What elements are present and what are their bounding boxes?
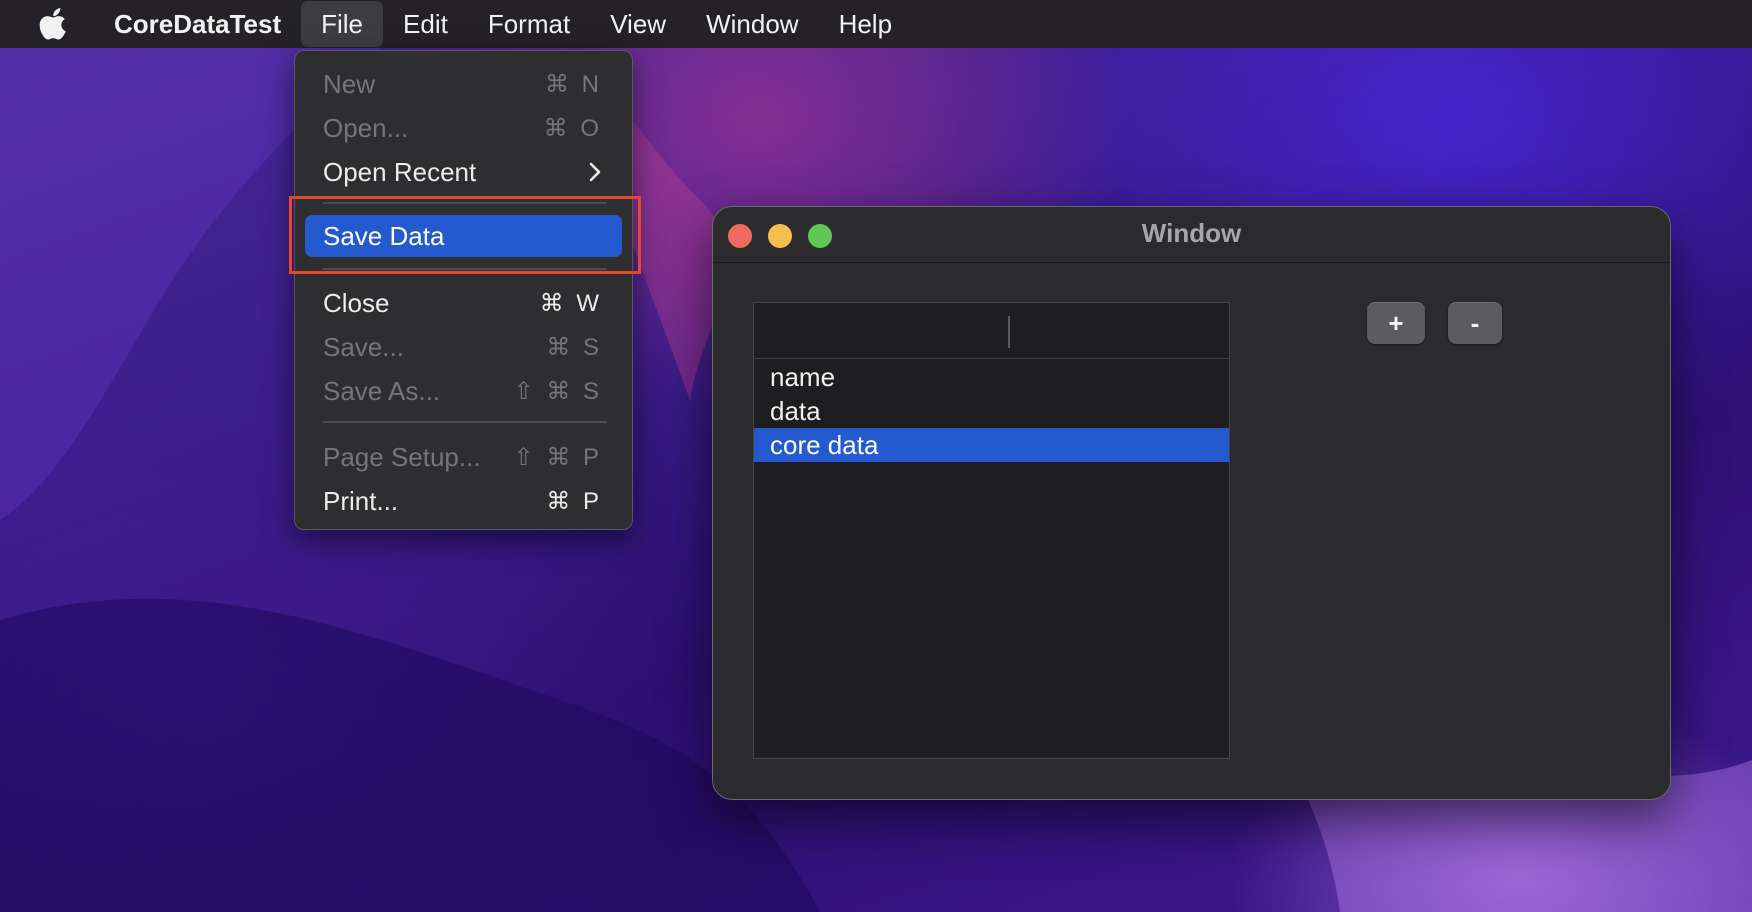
menu-item-shortcut: ⌘ O [543, 114, 602, 142]
menu-item-label: Open Recent [323, 156, 477, 187]
menu-item-label: New [323, 68, 376, 99]
menu-item-shortcut: ⌘ W [539, 289, 602, 317]
menu-item-page-setup[interactable]: Page Setup... ⇧ ⌘ P [305, 436, 622, 478]
menu-item-save-as[interactable]: Save As... ⇧ ⌘ S [305, 370, 622, 412]
column-divider[interactable] [1008, 316, 1010, 348]
menu-item-label: Print... [323, 485, 399, 516]
window-titlebar[interactable]: Window [713, 207, 1670, 263]
window-title: Window [1141, 218, 1242, 248]
menu-separator [323, 421, 607, 423]
menu-item-print[interactable]: Print... ⌘ P [305, 480, 622, 522]
menu-item-shortcut: ⇧ ⌘ S [513, 377, 602, 405]
remove-button[interactable]: - [1448, 302, 1502, 344]
menu-item-label: Save... [323, 331, 404, 362]
table-row[interactable]: data [754, 394, 1229, 428]
annotation-highlight-box [289, 196, 641, 274]
menu-item-shortcut: ⌘ P [546, 487, 602, 515]
menu-item-save[interactable]: Save... ⌘ S [305, 326, 622, 368]
menu-item-shortcut: ⌘ N [545, 70, 602, 98]
menu-window[interactable]: Window [686, 0, 818, 48]
window-close-button[interactable] [728, 224, 752, 248]
menu-item-new[interactable]: New ⌘ N [305, 63, 622, 105]
menu-item-shortcut: ⇧ ⌘ P [513, 443, 602, 471]
menu-item-open[interactable]: Open... ⌘ O [305, 107, 622, 149]
table-row[interactable]: name [754, 360, 1229, 394]
menu-file[interactable]: File [301, 1, 384, 47]
menu-item-shortcut: ⌘ S [546, 333, 602, 361]
menu-item-label: Save As... [323, 375, 441, 406]
window-zoom-button[interactable] [808, 224, 832, 248]
menu-item-close[interactable]: Close ⌘ W [305, 282, 622, 324]
file-menu-dropdown: New ⌘ N Open... ⌘ O Open Recent Save Dat… [294, 50, 633, 530]
menu-item-open-recent[interactable]: Open Recent [305, 151, 622, 193]
menu-bar: CoreDataTest File Edit Format View Windo… [0, 0, 1752, 48]
menu-app-name[interactable]: CoreDataTest [92, 0, 301, 48]
chevron-right-icon [588, 161, 602, 183]
app-window: Window name data core data + - [712, 206, 1671, 800]
window-minimize-button[interactable] [768, 224, 792, 248]
data-table[interactable]: name data core data [753, 302, 1230, 759]
menu-help[interactable]: Help [819, 0, 912, 48]
apple-logo-icon[interactable] [34, 5, 72, 43]
table-row-selected[interactable]: core data [754, 428, 1229, 462]
menu-format[interactable]: Format [468, 0, 590, 48]
add-button[interactable]: + [1367, 302, 1425, 344]
menu-item-label: Page Setup... [323, 441, 481, 472]
menu-edit[interactable]: Edit [383, 0, 468, 48]
menu-item-label: Close [323, 287, 390, 318]
menu-item-label: Open... [323, 112, 409, 143]
menu-view[interactable]: View [590, 0, 686, 48]
table-header[interactable] [754, 303, 1229, 359]
